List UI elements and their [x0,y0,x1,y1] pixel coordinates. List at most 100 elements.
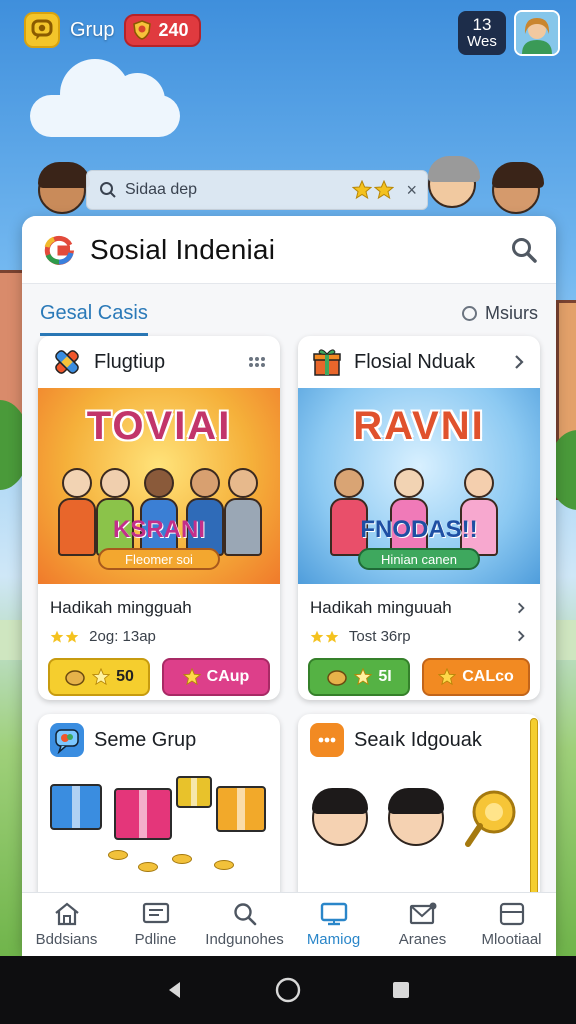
artwork-subtitle: FNODAS!! [360,516,478,543]
coin-pouch-icon [65,670,85,686]
home-icon [54,902,79,926]
star-icon [182,668,201,686]
card-title: Seme Grup [94,728,197,751]
system-navigation-bar [0,956,576,1024]
coin-reward-button[interactable]: 50 [48,658,150,696]
nav-label: Pdline [134,931,177,948]
cartoon-person [458,468,498,560]
radio-button[interactable] [462,305,477,321]
brand-logo-icon [44,235,75,265]
card-header: Seaık Idgouak [298,714,540,766]
chevron-right-icon[interactable] [514,601,528,615]
join-button[interactable]: CAup [162,658,270,696]
cartoon-person [222,468,262,560]
star-icon [352,180,373,200]
gift-icon [310,345,344,379]
peeking-character [428,156,480,208]
coin-balance[interactable]: 240 [124,13,201,47]
level-label: Wes [467,33,497,51]
star-icon [325,630,339,643]
artwork-banner: Hinian canen [358,548,480,570]
join-button[interactable]: CALco [422,658,530,696]
nav-item-mail[interactable]: Aranes [378,893,467,956]
nav-label: Mamiog [306,931,361,948]
group-card[interactable]: Seme Grup [38,714,280,914]
chevron-right-icon[interactable] [514,629,528,643]
close-icon[interactable]: × [406,180,417,201]
search-icon [233,903,256,926]
sort-option[interactable]: Msiurs [462,303,538,324]
nav-item-window[interactable]: Mlootiaal [467,893,556,956]
card-title: Seaık Idgouak [354,728,482,751]
back-icon[interactable] [164,979,186,1001]
card-rating-text: 2og: 13ap [89,627,156,645]
mail-icon [409,902,436,925]
coin-pouch-icon [327,670,348,686]
button-label: CALco [462,668,514,685]
search-icon [100,182,116,198]
tab-active[interactable]: Gesal Casis [40,290,148,336]
search-icon[interactable] [510,236,538,264]
star-icon [374,180,395,200]
coin-count: 240 [158,19,189,40]
top-bar-left: Grup 240 [24,12,201,48]
bandage-icon [50,345,84,379]
tv-icon [320,902,347,926]
app-name: Grup [70,18,115,41]
card-rating-row: 2og: 13ap [50,622,268,650]
app-logo-icon[interactable] [24,12,60,48]
artwork-banner: Fleomer soi [98,548,220,570]
magnifier-coin-icon [465,790,516,847]
window-icon [499,902,524,926]
star-icon [354,668,373,686]
star-icon [310,630,324,643]
nav-item-active[interactable]: Mamiog [289,893,378,956]
cartoon-person [94,468,134,560]
card-name-row: Hadikah mingguah [50,594,268,622]
nav-label: Indgunohes [205,931,284,948]
nav-item-profile[interactable]: Pdline [111,893,200,956]
group-card[interactable]: Flugtiup TOVIAI KSRANI Fleomer soi Hadik… [38,336,280,700]
sort-option-label: Msiurs [485,302,538,323]
cartoon-person [138,468,178,560]
artwork-subtitle: KSRANI [112,516,205,543]
button-label: 5I [378,668,392,685]
chevron-right-icon[interactable] [510,353,528,371]
recents-icon[interactable] [390,979,412,1001]
coin [214,860,234,870]
scrollbar[interactable] [530,718,538,908]
card-actions: 5I CALco [298,650,540,696]
search-strip-text: Sidaa dep [125,181,198,198]
card-name: Hadikah minguuah [310,598,452,617]
nav-item-home[interactable]: Bddsians [22,893,111,956]
card-rating-row: Tost 36rp [310,622,528,650]
card-artwork: TOVIAI KSRANI Fleomer soi [38,388,280,584]
chat-dots-icon [310,723,344,757]
card-header: Seme Grup [38,714,280,766]
gift-box [114,788,172,840]
coin [172,854,192,864]
cloud [30,59,180,137]
cartoon-kid [388,788,444,846]
bottom-navigation: Bddsians Pdline Indgunohes Mamiog Aranes… [22,892,556,956]
group-card[interactable]: Seaık Idgouak [298,714,540,914]
rating-stars [50,630,79,644]
star-icon [65,630,79,643]
home-circle-icon[interactable] [274,976,302,1004]
button-label: 50 [116,668,134,685]
group-card[interactable]: Flosial Nduak RAVNI FNODAS!! Hinian cane… [298,336,540,700]
level-badge[interactable]: 13 Wes [458,11,506,55]
nav-item-search[interactable]: Indgunohes [200,893,289,956]
top-bar-right: 13 Wes [458,10,560,56]
profile-card-icon [142,902,169,924]
more-grid-icon[interactable] [246,351,268,373]
card-name-row: Hadikah minguuah [310,594,528,622]
nav-label: Aranes [398,931,447,948]
star-icon [438,668,457,686]
gift-box [176,776,212,808]
user-avatar[interactable] [514,10,560,56]
card-name: Hadikah mingguah [50,598,192,617]
search-suggestion-bar[interactable]: Sidaa dep × [86,170,428,210]
card-header: Flosial Nduak [298,336,540,388]
coin-reward-button[interactable]: 5I [308,658,410,696]
